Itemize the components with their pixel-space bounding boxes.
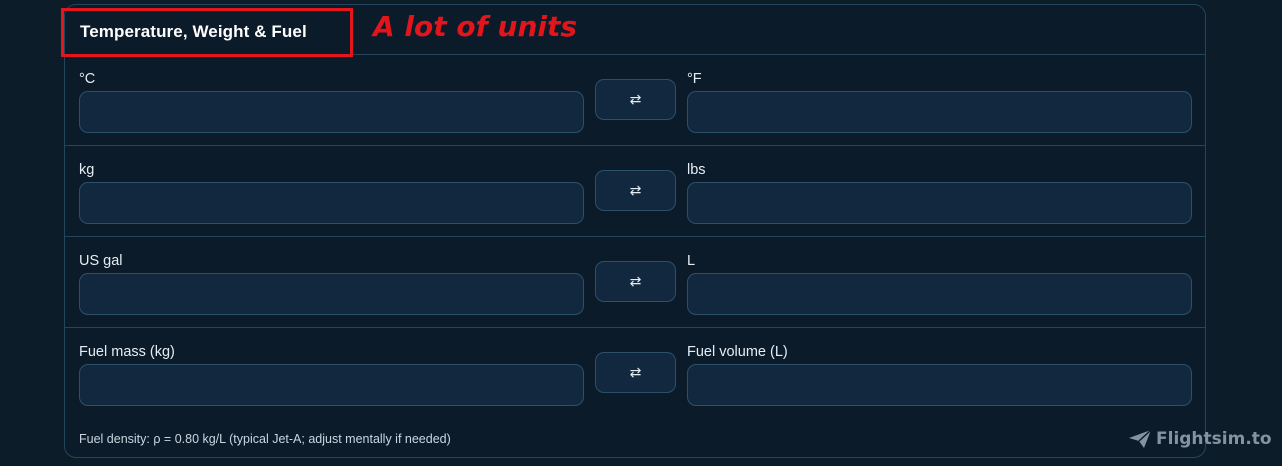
swap-temperature-button[interactable]: ⇄: [595, 79, 676, 120]
fahrenheit-label: °F: [687, 71, 702, 87]
liters-label: L: [687, 253, 696, 269]
row-temperature: °C ⇄ °F: [65, 55, 1205, 146]
celsius-input[interactable]: [79, 91, 584, 133]
swap-arrows-icon: ⇄: [629, 364, 642, 381]
converter-panel: Temperature, Weight & Fuel °C ⇄ °F kg ⇄ …: [64, 4, 1206, 458]
watermark: Flightsim.to: [1128, 429, 1272, 449]
annotation-text: A lot of units: [373, 10, 578, 43]
panel-header: Temperature, Weight & Fuel: [65, 5, 1205, 55]
fuel-volume-label: Fuel volume (L): [687, 344, 788, 360]
swap-arrows-icon: ⇄: [629, 273, 642, 290]
fuel-mass-input[interactable]: [79, 364, 584, 406]
row-weight: kg ⇄ lbs: [65, 146, 1205, 237]
row-volume: US gal ⇄ L: [65, 237, 1205, 328]
liters-input[interactable]: [687, 273, 1192, 315]
swap-fuel-button[interactable]: ⇄: [595, 352, 676, 393]
lbs-input[interactable]: [687, 182, 1192, 224]
swap-arrows-icon: ⇄: [629, 91, 642, 108]
section-title: Temperature, Weight & Fuel: [80, 22, 307, 41]
us-gal-input[interactable]: [79, 273, 584, 315]
kg-input[interactable]: [79, 182, 584, 224]
kg-label: kg: [79, 162, 95, 178]
us-gal-label: US gal: [79, 253, 123, 269]
paper-plane-icon: [1129, 429, 1152, 448]
swap-volume-button[interactable]: ⇄: [595, 261, 676, 302]
lbs-label: lbs: [687, 162, 706, 178]
celsius-label: °C: [79, 71, 96, 87]
watermark-text: Flightsim.to: [1156, 429, 1272, 449]
fahrenheit-input[interactable]: [687, 91, 1192, 133]
fuel-density-note: Fuel density: ρ = 0.80 kg/L (typical Jet…: [79, 432, 451, 446]
fuel-volume-input[interactable]: [687, 364, 1192, 406]
fuel-mass-label: Fuel mass (kg): [79, 344, 175, 360]
row-fuel: Fuel mass (kg) ⇄ Fuel volume (L): [65, 328, 1205, 419]
swap-weight-button[interactable]: ⇄: [595, 170, 676, 211]
swap-arrows-icon: ⇄: [629, 182, 642, 199]
